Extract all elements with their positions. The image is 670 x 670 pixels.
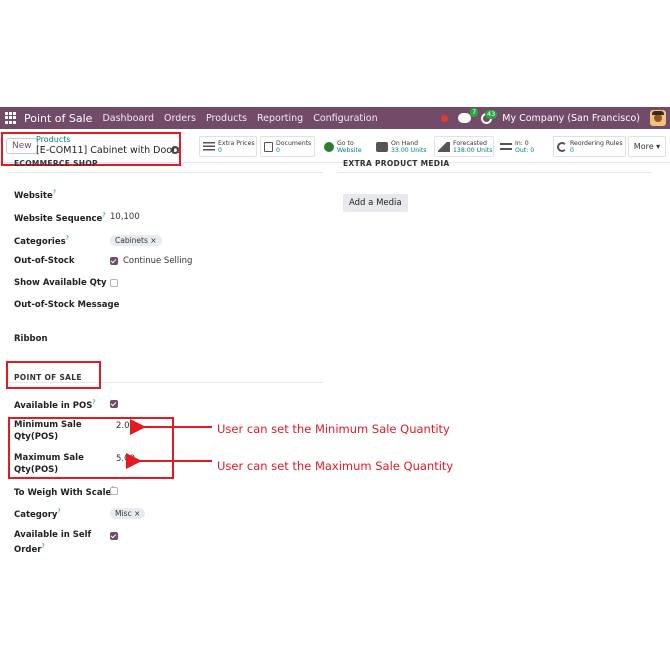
chat-count-badge: 7 — [470, 108, 479, 117]
refresh-icon — [557, 141, 567, 152]
user-avatar[interactable] — [650, 110, 666, 126]
stat-label: Reordering Rules — [570, 139, 623, 147]
stat-label: Forecasted — [453, 139, 487, 147]
odoo-screen: Point of Sale Dashboard Orders Products … — [0, 107, 670, 562]
smart-button-extra-prices[interactable]: Extra Prices 0 — [199, 136, 257, 157]
menu-orders[interactable]: Orders — [164, 113, 196, 124]
stat-label: Documents — [276, 139, 312, 147]
stat-value: 138.00 Units — [453, 146, 493, 154]
smart-button-in-out[interactable]: In: 0 Out: 0 — [496, 136, 548, 157]
stat-value: 0 — [276, 146, 280, 154]
smart-button-go-to-website[interactable]: Go to Website — [320, 136, 366, 157]
globe-icon — [324, 141, 334, 152]
top-navbar: Point of Sale Dashboard Orders Products … — [0, 107, 670, 129]
apps-grid-icon[interactable] — [5, 112, 17, 124]
stat-label: Go to — [337, 139, 354, 147]
stat-value: 33.00 Units — [391, 146, 427, 154]
activity-count-badge: 43 — [484, 109, 498, 119]
smart-button-on-hand[interactable]: On Hand 33.00 Units — [372, 136, 432, 157]
activity-clock-icon[interactable]: 43 — [481, 109, 498, 124]
smart-button-documents[interactable]: Documents 0 — [260, 136, 315, 157]
stat-label: On Hand — [391, 139, 419, 147]
stat-label: In: 0 — [515, 139, 529, 147]
stat-label: Extra Prices — [218, 139, 255, 147]
list-icon — [203, 141, 215, 152]
menu-configuration[interactable]: Configuration — [313, 113, 377, 124]
annotation-arrows — [126, 419, 212, 469]
more-button[interactable]: More ▾ — [628, 136, 666, 157]
company-switcher[interactable]: My Company (San Francisco) — [502, 113, 640, 124]
stat-value: 0 — [570, 146, 574, 154]
area-chart-icon — [438, 141, 450, 152]
menu-reporting[interactable]: Reporting — [257, 113, 303, 124]
exchange-arrows-icon — [500, 143, 512, 150]
navbar-systray: 7 43 My Company (San Francisco) — [441, 107, 666, 129]
smart-button-reordering-rules[interactable]: Reordering Rules 0 — [553, 136, 626, 157]
menu-products[interactable]: Products — [206, 113, 247, 124]
chat-icon[interactable]: 7 — [458, 108, 479, 123]
control-panel: New Products [E-COM11] Cabinet with Door… — [0, 129, 670, 166]
cubes-icon — [376, 141, 388, 152]
status-dot-icon[interactable] — [441, 114, 449, 122]
stat-value: Website — [337, 146, 362, 154]
product-form: ECOMMERCE SHOP EXTRA PRODUCT MEDIA Add a… — [0, 159, 670, 562]
menu-dashboard[interactable]: Dashboard — [102, 113, 154, 124]
document-icon — [264, 141, 273, 152]
stat-value: Out: 0 — [515, 146, 535, 154]
app-title[interactable]: Point of Sale — [24, 112, 92, 125]
stat-value: 0 — [218, 146, 222, 154]
smart-button-forecasted[interactable]: Forecasted 138.00 Units — [434, 136, 494, 157]
